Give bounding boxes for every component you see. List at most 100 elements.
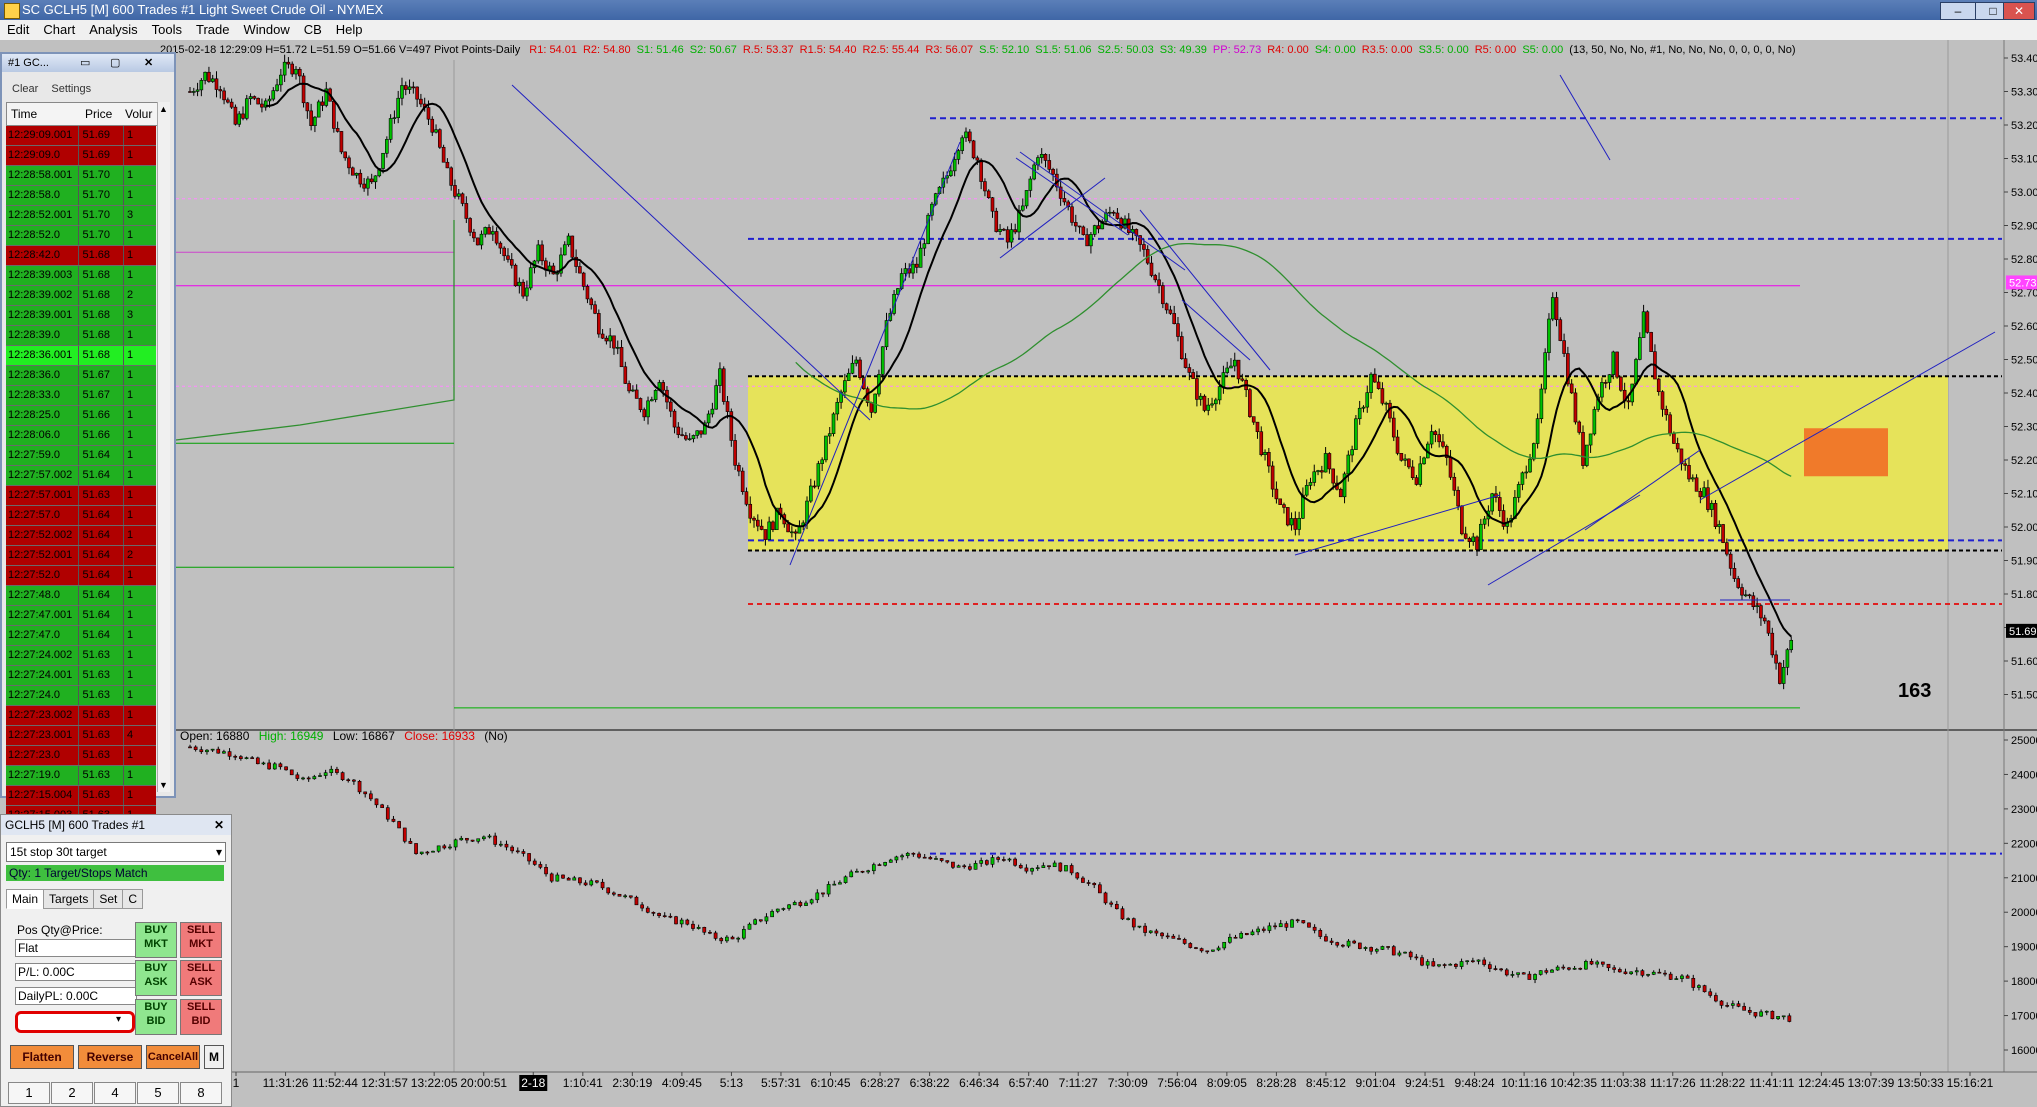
table-row[interactable]: 12:27:57.002 51.64 1 (6, 466, 156, 486)
menu-analysis[interactable]: Analysis (82, 20, 144, 40)
menu-tools[interactable]: Tools (145, 20, 189, 40)
ts-settings-button[interactable]: Settings (51, 83, 91, 95)
ts-restore-icon[interactable]: ▢ (110, 54, 120, 72)
table-row[interactable]: 12:28:39.001 51.68 3 (6, 306, 156, 326)
scroll-down-icon[interactable]: ▼ (159, 780, 168, 790)
minimize-button[interactable]: – (1940, 2, 1976, 20)
tab-set[interactable]: Set (93, 889, 124, 909)
ts-scrollbar[interactable]: ▲ ▼ (157, 102, 170, 792)
table-row[interactable]: 12:28:42.0 51.68 1 (6, 246, 156, 266)
trade-window-title-bar[interactable]: GCLH5 [M] 600 Trades #1 ✕ (1, 815, 231, 835)
table-row[interactable]: 12:29:09.001 51.69 1 (6, 126, 156, 146)
strategy-select[interactable]: 15t stop 30t target ▾ (6, 842, 226, 862)
m-button[interactable]: M (204, 1045, 224, 1069)
lower-candle (527, 853, 531, 862)
table-row[interactable]: 12:28:36.0 51.67 1 (6, 366, 156, 386)
table-row[interactable]: 12:28:52.0 51.70 1 (6, 226, 156, 246)
tab-targets[interactable]: Targets (43, 889, 95, 909)
table-row[interactable]: 12:28:39.002 51.68 2 (6, 286, 156, 306)
tab-main[interactable]: Main (6, 889, 45, 909)
upper-candle (199, 80, 204, 91)
table-row[interactable]: 12:27:23.002 51.63 1 (6, 706, 156, 726)
lower-candle (1736, 1003, 1741, 1007)
menu-cb[interactable]: CB (297, 20, 329, 40)
time-sales-window[interactable]: #1 GC... ▭ ▢ ✕ Clear Settings Time Price… (0, 52, 176, 826)
table-row[interactable]: 12:27:48.0 51.64 1 (6, 586, 156, 606)
table-row[interactable]: 12:28:25.0 51.66 1 (6, 406, 156, 426)
upper-candle (1573, 392, 1578, 423)
table-row[interactable]: 12:27:52.002 51.64 1 (6, 526, 156, 546)
table-row[interactable]: 12:28:39.0 51.68 1 (6, 326, 156, 346)
chart-area[interactable]: 53.4053.3053.2053.1053.0052.9052.8052.70… (0, 40, 2037, 1105)
quick-qty-1[interactable]: 1 (8, 1082, 50, 1104)
scroll-up-icon[interactable]: ▲ (159, 104, 168, 114)
upper-candle (506, 255, 510, 260)
close-button[interactable]: ✕ (2003, 2, 2035, 20)
table-row[interactable]: 12:28:52.001 51.70 3 (6, 206, 156, 226)
quick-qty-4[interactable]: 4 (94, 1082, 136, 1104)
buy-ask-button[interactable]: BUY ASK (135, 960, 177, 996)
ts-col-time[interactable]: Time (11, 107, 37, 121)
ts-close-icon[interactable]: ✕ (144, 54, 153, 72)
tab-c[interactable]: C (122, 889, 144, 909)
table-row[interactable]: 12:29:09.0 51.69 1 (6, 146, 156, 166)
table-row[interactable]: 12:27:24.002 51.63 1 (6, 646, 156, 666)
upper-candle (562, 244, 567, 256)
chevron-down-icon[interactable]: ▾ (216, 843, 222, 861)
ts-minimize-icon[interactable]: ▭ (80, 54, 90, 72)
table-row[interactable]: 12:27:47.001 51.64 1 (6, 606, 156, 626)
table-row[interactable]: 12:28:06.0 51.66 1 (6, 426, 156, 446)
reverse-button[interactable]: Reverse (78, 1045, 142, 1069)
time-tick-label: 12:31:57 (361, 1076, 408, 1090)
upper-candle (1706, 487, 1710, 510)
sell-bid-button[interactable]: SELL BID (180, 999, 222, 1035)
quick-qty-8[interactable]: 8 (180, 1082, 222, 1104)
quick-qty-5[interactable]: 5 (137, 1082, 179, 1104)
table-row[interactable]: 12:27:23.001 51.63 4 (6, 726, 156, 746)
table-row[interactable]: 12:27:52.0 51.64 1 (6, 566, 156, 586)
ts-col-price[interactable]: Price (85, 107, 112, 121)
flatten-button[interactable]: Flatten (10, 1045, 74, 1069)
table-row[interactable]: 12:28:36.001 51.68 1 (6, 346, 156, 366)
table-row[interactable]: 12:27:24.001 51.63 1 (6, 666, 156, 686)
table-row[interactable]: 12:27:57.001 51.63 1 (6, 486, 156, 506)
table-row[interactable]: 12:27:57.0 51.64 1 (6, 506, 156, 526)
buy-market-button[interactable]: BUY MKT (135, 922, 177, 958)
upper-candle (737, 465, 741, 472)
ts-cell-t: 12:27:24.0 (8, 689, 60, 701)
ts-cell-t: 12:27:15.004 (8, 789, 73, 801)
table-row[interactable]: 12:27:19.0 51.63 1 (6, 766, 156, 786)
table-row[interactable]: 12:28:33.0 51.67 1 (6, 386, 156, 406)
sell-ask-button[interactable]: SELL ASK (180, 960, 222, 996)
table-row[interactable]: 12:28:39.003 51.68 1 (6, 266, 156, 286)
sell-market-button[interactable]: SELL MKT (180, 922, 222, 958)
trade-close-icon[interactable]: ✕ (214, 815, 224, 835)
upper-candle (1418, 463, 1423, 485)
ts-clear-button[interactable]: Clear (12, 83, 38, 95)
table-row[interactable]: 12:27:23.0 51.63 1 (6, 746, 156, 766)
menu-chart[interactable]: Chart (36, 20, 82, 40)
quick-qty-2[interactable]: 2 (51, 1082, 93, 1104)
lower-candle (510, 846, 514, 852)
pivot-value-8: S.5: 52.10 (979, 44, 1030, 56)
table-row[interactable]: 12:27:52.001 51.64 2 (6, 546, 156, 566)
table-row[interactable]: 12:28:58.0 51.70 1 (6, 186, 156, 206)
qty-chevron-down-icon[interactable]: ▾ (116, 1014, 121, 1025)
buy-bid-button[interactable]: BUY BID (135, 999, 177, 1035)
upper-candle (1308, 482, 1313, 486)
table-row[interactable]: 12:27:15.004 51.63 1 (6, 786, 156, 806)
menu-trade[interactable]: Trade (189, 20, 236, 40)
menu-window[interactable]: Window (236, 20, 296, 40)
menu-edit[interactable]: Edit (0, 20, 36, 40)
ts-col-volume[interactable]: Volur (125, 107, 152, 121)
lower-candle (1222, 941, 1227, 949)
table-row[interactable]: 12:27:47.0 51.64 1 (6, 626, 156, 646)
table-row[interactable]: 12:27:59.0 51.64 1 (6, 446, 156, 466)
upper-candle (468, 218, 472, 233)
table-row[interactable]: 12:28:58.001 51.70 1 (6, 166, 156, 186)
cancel-all-button[interactable]: CancelAll (146, 1045, 200, 1069)
time-sales-title-bar[interactable]: #1 GC... ▭ ▢ ✕ (2, 54, 174, 72)
table-row[interactable]: 12:27:24.0 51.63 1 (6, 686, 156, 706)
menu-help[interactable]: Help (329, 20, 370, 40)
lower-candle (380, 804, 385, 808)
